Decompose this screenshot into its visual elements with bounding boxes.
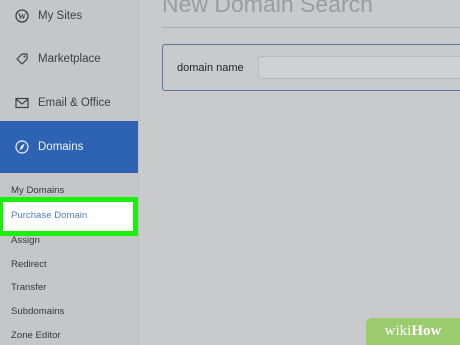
subnav-my-domains[interactable]: My Domains [11, 185, 64, 196]
title-divider [162, 27, 460, 28]
watermark-how: How [411, 323, 442, 339]
nav-item-my-sites[interactable]: W My Sites [0, 0, 138, 36]
subnav-redirect[interactable]: Redirect [11, 259, 47, 270]
subnav-purchase-domain[interactable]: Purchase Domain [0, 197, 138, 236]
tag-icon [14, 51, 30, 67]
watermark-wiki: wiki [384, 323, 412, 339]
subnav-label: Purchase Domain [11, 210, 88, 221]
subnav-assign[interactable]: Assign [11, 235, 40, 246]
nav-label: Email & Office [38, 97, 111, 109]
wordpress-icon: W [14, 8, 30, 24]
nav-item-marketplace[interactable]: Marketplace [0, 39, 138, 79]
svg-text:W: W [18, 12, 26, 21]
nav-item-domains[interactable]: Domains [0, 121, 138, 173]
page-title: New Domain Search [162, 0, 373, 17]
wikihow-watermark: wiki How [366, 318, 460, 345]
domain-name-input[interactable] [258, 56, 460, 79]
subnav-transfer[interactable]: Transfer [11, 282, 46, 293]
nav-label: My Sites [38, 10, 83, 22]
domain-search-panel: domain name [162, 44, 460, 91]
sidebar-divider [138, 0, 139, 345]
nav-item-email-office[interactable]: Email & Office [0, 83, 138, 123]
domain-name-label: domain name [177, 62, 244, 74]
sidebar: W My Sites Marketplace Email & Office Do… [0, 0, 138, 345]
subnav-zone-editor[interactable]: Zone Editor [11, 330, 61, 341]
envelope-icon [14, 95, 30, 111]
nav-label: Marketplace [38, 53, 101, 65]
compass-icon [14, 139, 30, 155]
subnav-subdomains[interactable]: Subdomains [11, 306, 64, 317]
nav-label: Domains [38, 141, 84, 153]
